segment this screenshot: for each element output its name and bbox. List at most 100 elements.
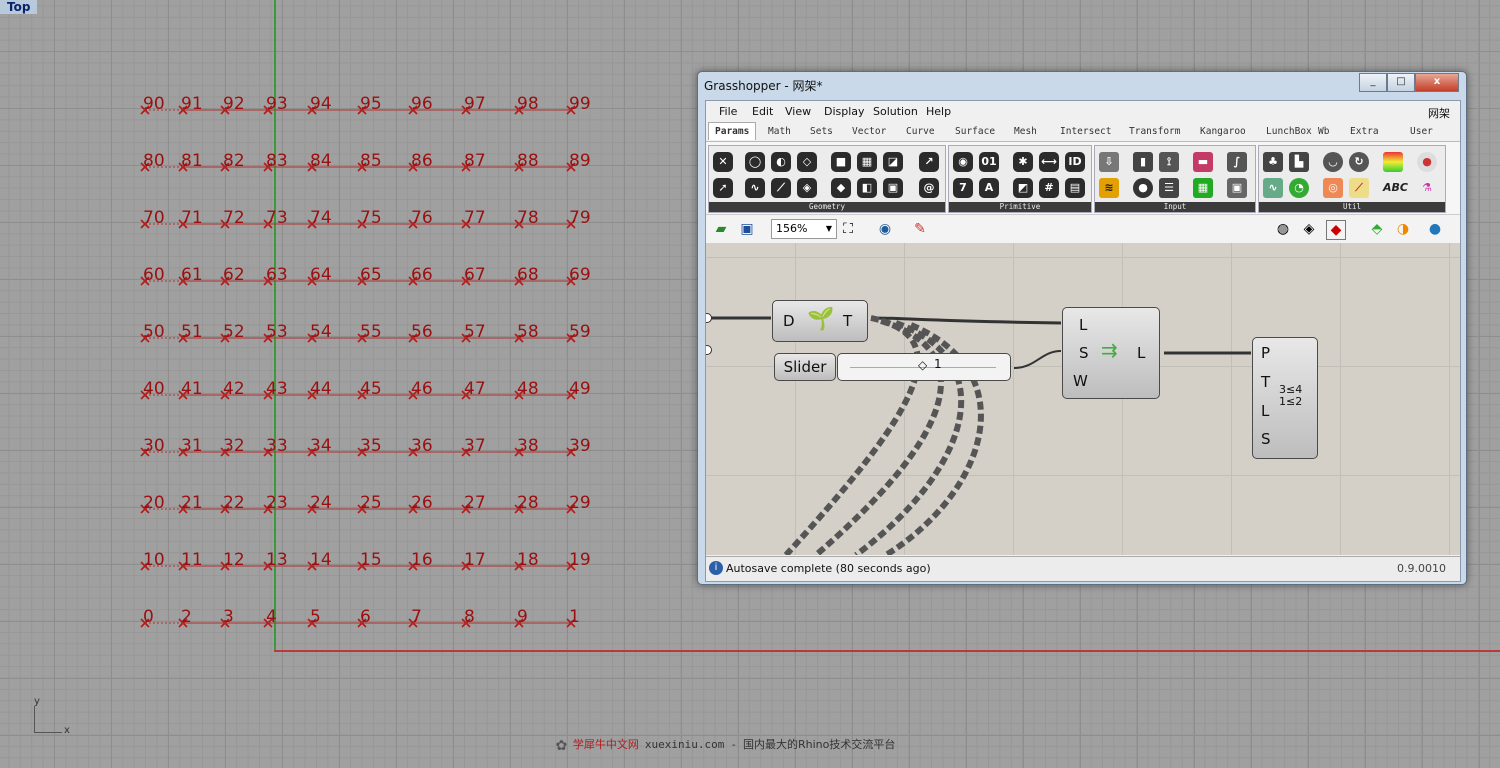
close-button[interactable]: x bbox=[1415, 73, 1459, 92]
preview-wireframe-icon[interactable]: ◍ bbox=[1274, 220, 1292, 238]
colour-param-icon[interactable]: ◩ bbox=[1013, 178, 1033, 198]
zoom-extents-icon[interactable]: ⛶ bbox=[839, 220, 857, 238]
swatch-icon[interactable]: ● bbox=[1417, 152, 1437, 172]
tab-mesh[interactable]: Mesh bbox=[1014, 126, 1037, 137]
file-path-icon[interactable]: ▤ bbox=[1065, 178, 1085, 198]
menu-document-name[interactable]: 网架 bbox=[1428, 105, 1450, 121]
tab-wb[interactable]: Wb bbox=[1318, 126, 1329, 137]
geometry-pipeline-icon[interactable]: ▣ bbox=[883, 178, 903, 198]
grid-point: 67 bbox=[461, 265, 486, 286]
text-tag-icon[interactable]: ABC bbox=[1383, 178, 1408, 198]
sort-input-t: T bbox=[1261, 373, 1271, 391]
matrix-grid-icon[interactable]: ▦ bbox=[1193, 178, 1213, 198]
tab-params[interactable]: Params bbox=[708, 122, 757, 140]
brep-param-icon[interactable]: ◇ bbox=[797, 152, 817, 172]
param-viewer-icon[interactable]: ♣ bbox=[1263, 152, 1283, 172]
tab-surface[interactable]: Surface bbox=[955, 126, 995, 137]
line-param-icon[interactable]: ⟋ bbox=[771, 178, 791, 198]
mesh-param-icon[interactable]: ▦ bbox=[857, 152, 877, 172]
sphere-display-icon[interactable]: ● bbox=[1426, 220, 1444, 238]
tab-intersect[interactable]: Intersect bbox=[1060, 126, 1111, 137]
tab-vector[interactable]: Vector bbox=[852, 126, 886, 137]
menu-view[interactable]: View bbox=[785, 105, 811, 118]
gate-icon[interactable]: ◎ bbox=[1323, 178, 1343, 198]
grasshopper-canvas[interactable]: D 🌱 T Slider ◇ 1 L S W ⇉ L P T L S 3≤4 1… bbox=[706, 243, 1460, 555]
data-component[interactable]: D 🌱 T bbox=[772, 300, 868, 342]
boolean-param-icon[interactable]: ◉ bbox=[953, 152, 973, 172]
boolean-toggle-icon[interactable]: ⟟ bbox=[1159, 152, 1179, 172]
value-list-icon[interactable]: ☰ bbox=[1159, 178, 1179, 198]
open-file-icon[interactable]: ▰ bbox=[712, 220, 730, 238]
flask-icon[interactable]: ⚗ bbox=[1417, 178, 1437, 198]
sort-component[interactable]: P T L S 3≤4 1≤2 bbox=[1252, 337, 1318, 459]
plane-param-icon[interactable]: ◈ bbox=[797, 178, 817, 198]
maximize-button[interactable]: □ bbox=[1387, 73, 1415, 92]
geometry-cache-icon[interactable]: ◧ bbox=[857, 178, 877, 198]
arc-param-icon[interactable]: ◐ bbox=[771, 152, 791, 172]
tab-math[interactable]: Math bbox=[768, 126, 791, 137]
tab-transform[interactable]: Transform bbox=[1129, 126, 1180, 137]
data-recorder-icon[interactable]: ◡ bbox=[1323, 152, 1343, 172]
integer-param-icon[interactable]: 01 bbox=[979, 152, 999, 172]
tab-user[interactable]: User bbox=[1410, 126, 1433, 137]
bar-graph-icon[interactable]: ▙ bbox=[1289, 152, 1309, 172]
preview-mesh-icon[interactable]: ⬘ bbox=[1368, 220, 1386, 238]
slider-name[interactable]: Slider bbox=[774, 353, 836, 381]
box-param-icon[interactable]: ■ bbox=[831, 152, 851, 172]
twisted-box-icon[interactable]: @ bbox=[919, 178, 939, 198]
grid-point: 80 bbox=[140, 151, 165, 172]
vector-param-icon[interactable]: ➚ bbox=[713, 178, 733, 198]
tab-extra[interactable]: Extra bbox=[1350, 126, 1379, 137]
grasshopper-window[interactable]: Grasshopper - 网架* _ □ x File Edit View D… bbox=[697, 71, 1467, 585]
point-param-icon[interactable]: ◆ bbox=[831, 178, 851, 198]
scribble-icon[interactable]: ∿ bbox=[1263, 178, 1283, 198]
line-graph-icon[interactable]: ⟋ bbox=[1349, 178, 1369, 198]
tab-curve[interactable]: Curve bbox=[906, 126, 935, 137]
number-slider[interactable]: ◇ 1 bbox=[837, 353, 1011, 381]
circle-param-icon[interactable]: ◯ bbox=[745, 152, 765, 172]
surface-param-icon[interactable]: ◪ bbox=[883, 152, 903, 172]
menu-edit[interactable]: Edit bbox=[752, 105, 773, 118]
legend-icon[interactable] bbox=[1383, 152, 1403, 172]
pie-graph-icon[interactable]: ◔ bbox=[1289, 178, 1309, 198]
minimize-button[interactable]: _ bbox=[1359, 73, 1387, 92]
slider-grip-icon[interactable]: ◇ bbox=[918, 358, 927, 372]
matrix-param-icon[interactable]: # bbox=[1039, 178, 1059, 198]
control-knob-icon[interactable]: ● bbox=[1133, 178, 1153, 198]
menu-help[interactable]: Help bbox=[926, 105, 951, 118]
menu-file[interactable]: File bbox=[719, 105, 737, 118]
save-file-icon[interactable]: ▣ bbox=[738, 220, 756, 238]
graph-mapper-icon[interactable]: ∫ bbox=[1227, 152, 1247, 172]
curve-param-icon[interactable]: ∿ bbox=[745, 178, 765, 198]
preview-quality-icon[interactable]: ◑ bbox=[1394, 220, 1412, 238]
domain-param-icon[interactable]: ⟷ bbox=[1039, 152, 1059, 172]
field-param-icon[interactable]: ↗ bbox=[919, 152, 939, 172]
geometry-param-icon[interactable]: ✕ bbox=[713, 152, 733, 172]
data-dam-icon[interactable]: ↻ bbox=[1349, 152, 1369, 172]
grid-point: 50 bbox=[140, 322, 165, 343]
tab-sets[interactable]: Sets bbox=[810, 126, 833, 137]
import-icon[interactable]: ⇩ bbox=[1099, 152, 1119, 172]
menu-display[interactable]: Display bbox=[824, 105, 865, 118]
sketch-pen-icon[interactable]: ✎ bbox=[911, 220, 929, 238]
preview-selected-icon[interactable]: ◆ bbox=[1326, 220, 1346, 240]
colour-swatch-icon[interactable]: ▬ bbox=[1193, 152, 1213, 172]
zoom-dropdown[interactable]: 156% ▼ bbox=[771, 219, 837, 239]
preview-eye-icon[interactable]: ◉ bbox=[876, 220, 894, 238]
button-object-icon[interactable]: ▮ bbox=[1133, 152, 1153, 172]
number-param-icon[interactable]: 7 bbox=[953, 178, 973, 198]
data-path-icon[interactable]: ✱ bbox=[1013, 152, 1033, 172]
text-param-icon[interactable]: A bbox=[979, 178, 999, 198]
tab-lunchbox[interactable]: LunchBox bbox=[1266, 126, 1312, 137]
point-label: 43 bbox=[266, 379, 288, 399]
point-label: 45 bbox=[360, 379, 382, 399]
list-item-icon: ⇉ bbox=[1101, 338, 1118, 362]
grid-point: 4 bbox=[263, 607, 277, 628]
panel-icon[interactable]: ▣ bbox=[1227, 178, 1247, 198]
list-item-component[interactable]: L S W ⇉ L bbox=[1062, 307, 1160, 399]
menu-solution[interactable]: Solution bbox=[873, 105, 918, 118]
tab-kangaroo[interactable]: Kangaroo bbox=[1200, 126, 1246, 137]
preview-shaded-icon[interactable]: ◈ bbox=[1300, 220, 1318, 238]
guid-param-icon[interactable]: ID bbox=[1065, 152, 1085, 172]
gradient-icon[interactable]: ≋ bbox=[1099, 178, 1119, 198]
